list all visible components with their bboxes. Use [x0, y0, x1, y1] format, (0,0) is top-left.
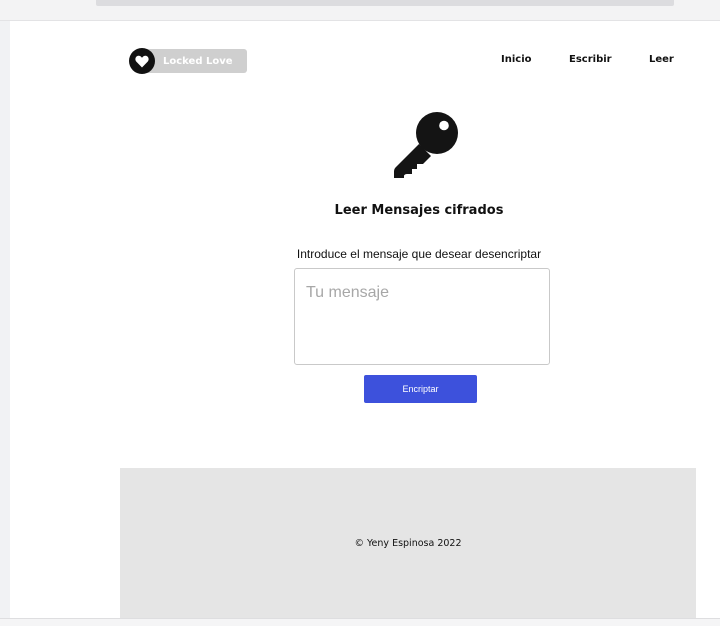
brand-name: Locked Love	[163, 55, 233, 67]
key-icon	[394, 112, 458, 178]
message-input[interactable]	[294, 268, 550, 365]
nav-link-escribir[interactable]: Escribir	[569, 54, 612, 65]
nav-link-inicio[interactable]: Inicio	[501, 54, 532, 65]
page-title: Leer Mensajes cifrados	[334, 203, 504, 218]
footer: © Yeny Espinosa 2022	[120, 468, 696, 618]
encrypt-button[interactable]: Encriptar	[364, 375, 477, 403]
brand-logo[interactable]: Locked Love	[129, 48, 248, 74]
page: Locked Love Inicio Escribir Leer Leer Me…	[10, 21, 720, 618]
instruction-label: Introduce el mensaje que desear desencri…	[296, 247, 542, 261]
heart-icon	[129, 48, 155, 74]
nav-link-leer[interactable]: Leer	[649, 54, 674, 65]
horizontal-scrollbar[interactable]	[96, 0, 674, 6]
browser-top-strip	[0, 0, 720, 21]
footer-copyright: © Yeny Espinosa 2022	[354, 538, 462, 549]
